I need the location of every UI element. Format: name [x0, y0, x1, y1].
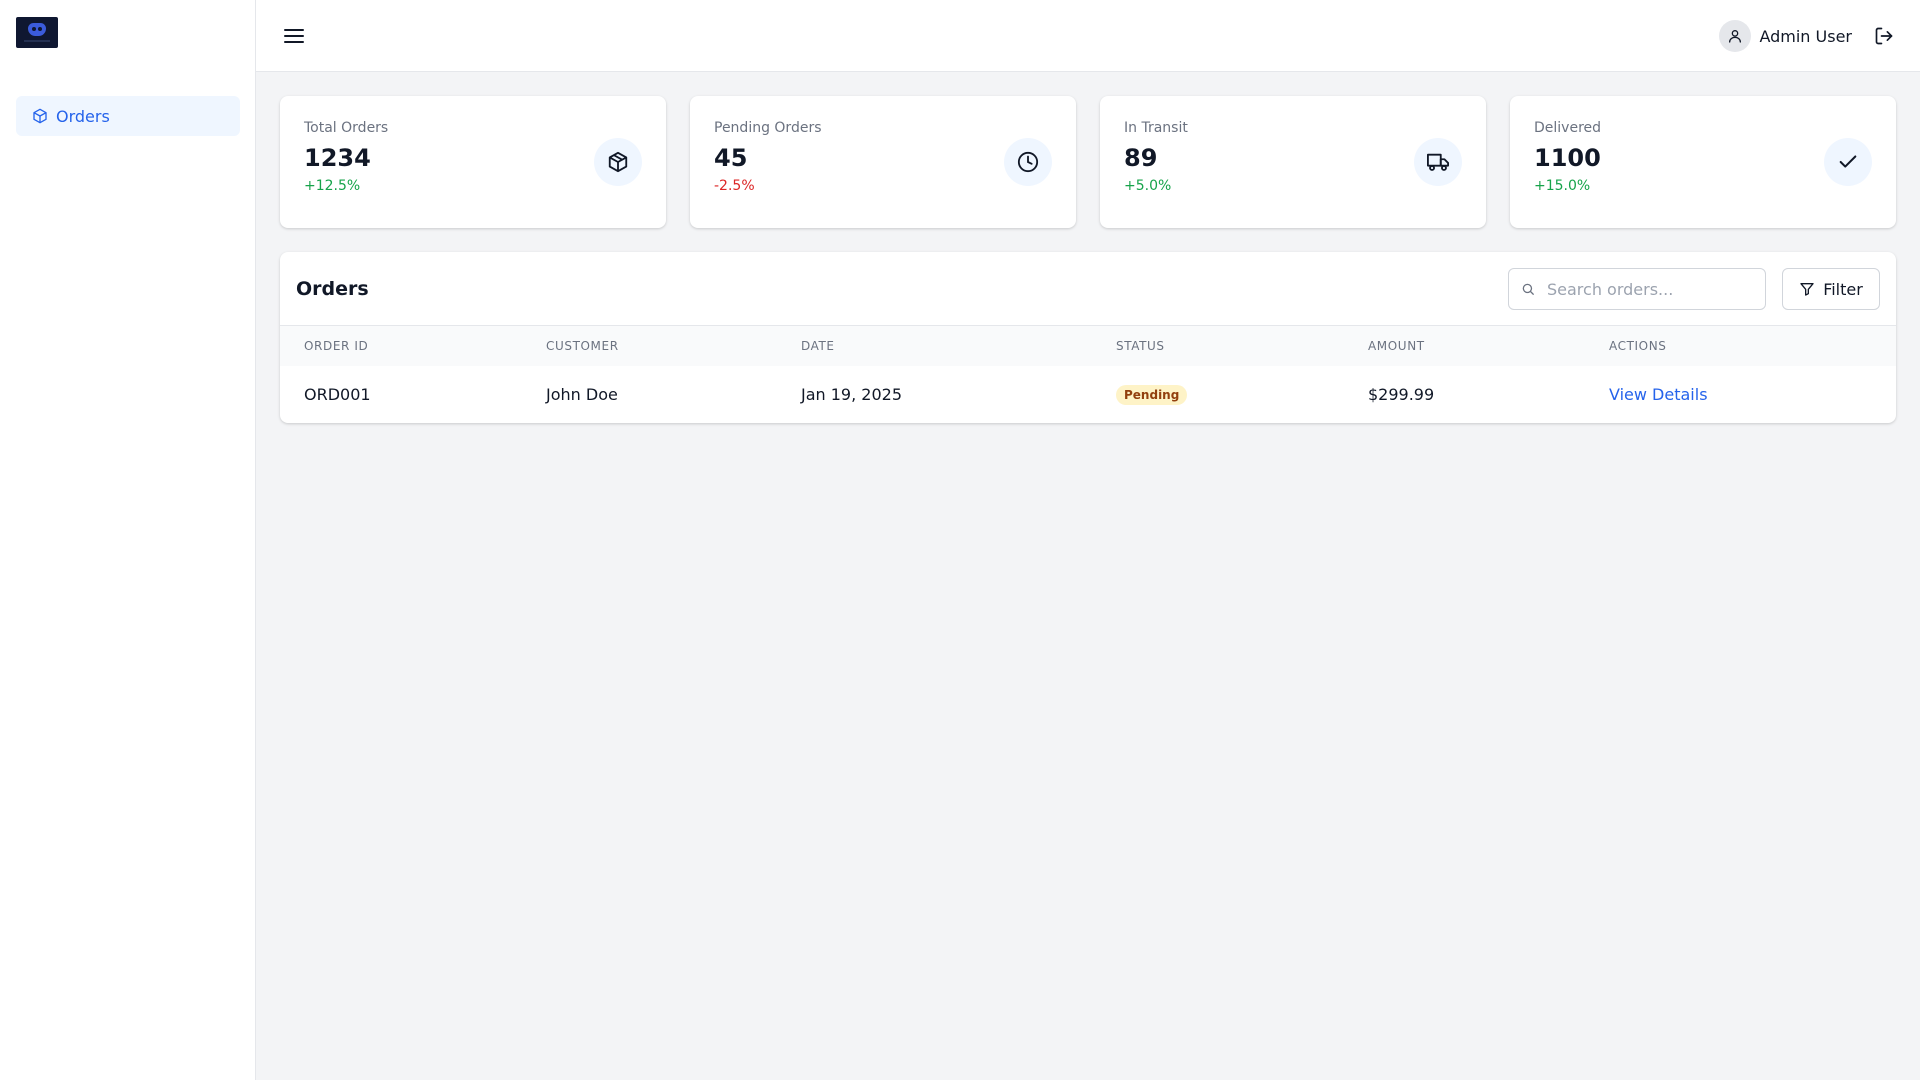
stat-value: 1100	[1534, 144, 1601, 172]
stat-icon-badge	[1004, 138, 1052, 186]
cube-icon	[608, 151, 628, 173]
column-header-customer[interactable]: CUSTOMER	[522, 326, 777, 366]
user-name: Admin User	[1759, 26, 1852, 46]
orders-title: Orders	[296, 278, 369, 300]
stat-value: 45	[714, 144, 748, 172]
user-icon	[1729, 30, 1742, 43]
menu-toggle-button[interactable]	[280, 22, 308, 50]
status-badge: Pending	[1116, 384, 1188, 405]
table-row[interactable]: ORD001 John Doe Jan 19, 2025 Pending $29…	[280, 366, 1896, 422]
stat-label: In Transit	[1124, 120, 1188, 136]
sidebar-item-label: Orders	[56, 106, 110, 126]
column-header-status[interactable]: STATUS	[1092, 326, 1344, 366]
avatar	[1719, 20, 1752, 52]
search-icon	[1522, 283, 1534, 295]
stat-value: 89	[1124, 144, 1158, 172]
top-header: Admin User	[256, 0, 1920, 72]
column-header-amount[interactable]: AMOUNT	[1344, 326, 1585, 366]
stat-card-delivered: Delivered 1100 +15.0%	[1510, 96, 1896, 228]
logo-mark	[28, 23, 46, 36]
cell-customer: John Doe	[546, 384, 618, 404]
sidebar: Orders	[0, 0, 256, 1080]
hamburger-icon	[284, 29, 304, 43]
stat-icon-badge	[594, 138, 642, 186]
stat-icon-badge	[1824, 138, 1872, 186]
stat-change: +12.5%	[304, 178, 361, 194]
filter-button[interactable]: Filter	[1782, 268, 1880, 310]
column-header-order-id[interactable]: ORDER ID	[280, 326, 522, 366]
stat-change: +5.0%	[1124, 178, 1172, 194]
column-header-date[interactable]: DATE	[777, 326, 1092, 366]
stat-icon-badge	[1414, 138, 1462, 186]
stat-card-pending-orders: Pending Orders 45 -2.5%	[690, 96, 1076, 228]
stat-label: Pending Orders	[714, 120, 822, 136]
cell-actions: View Details	[1585, 366, 1896, 422]
check-icon	[1839, 155, 1857, 168]
user-menu[interactable]: Admin User	[1719, 20, 1852, 52]
filter-icon	[1800, 283, 1814, 296]
clock-icon	[1017, 151, 1039, 173]
logout-button[interactable]	[1872, 24, 1896, 48]
view-details-link[interactable]: View Details	[1609, 385, 1708, 404]
column-header-actions: ACTIONS	[1609, 339, 1667, 353]
logo-line	[24, 40, 50, 42]
search-box[interactable]	[1508, 268, 1766, 310]
stats-row: Total Orders 1234 +12.5% Pending Orders …	[280, 96, 1896, 228]
logout-icon	[1875, 27, 1893, 45]
search-input[interactable]	[1547, 279, 1757, 299]
stat-value: 1234	[304, 144, 371, 172]
cell-order-id: ORD001	[304, 384, 371, 404]
stat-change: +15.0%	[1534, 178, 1591, 194]
stat-card-total-orders: Total Orders 1234 +12.5%	[280, 96, 666, 228]
stat-card-in-transit: In Transit 89 +5.0%	[1100, 96, 1486, 228]
cell-amount: $299.99	[1368, 384, 1435, 404]
sidebar-item-orders[interactable]: Orders	[16, 96, 240, 136]
orders-panel: Orders Filter ORDER ID CUSTOMER DATE STA…	[280, 252, 1896, 423]
cube-icon	[33, 108, 47, 124]
cell-date: Jan 19, 2025	[801, 384, 902, 404]
cell-status: Pending	[1092, 366, 1344, 422]
stat-label: Total Orders	[304, 120, 389, 136]
stat-label: Delivered	[1534, 120, 1602, 136]
stat-change: -2.5%	[714, 178, 755, 194]
truck-icon	[1427, 153, 1449, 171]
orders-panel-header: Orders Filter	[280, 252, 1896, 326]
table-header-row: ORDER ID CUSTOMER DATE STATUS AMOUNT ACT…	[280, 326, 1896, 366]
app-logo[interactable]	[16, 17, 58, 48]
orders-table: ORDER ID CUSTOMER DATE STATUS AMOUNT ACT…	[280, 326, 1896, 422]
filter-button-label: Filter	[1823, 279, 1863, 299]
